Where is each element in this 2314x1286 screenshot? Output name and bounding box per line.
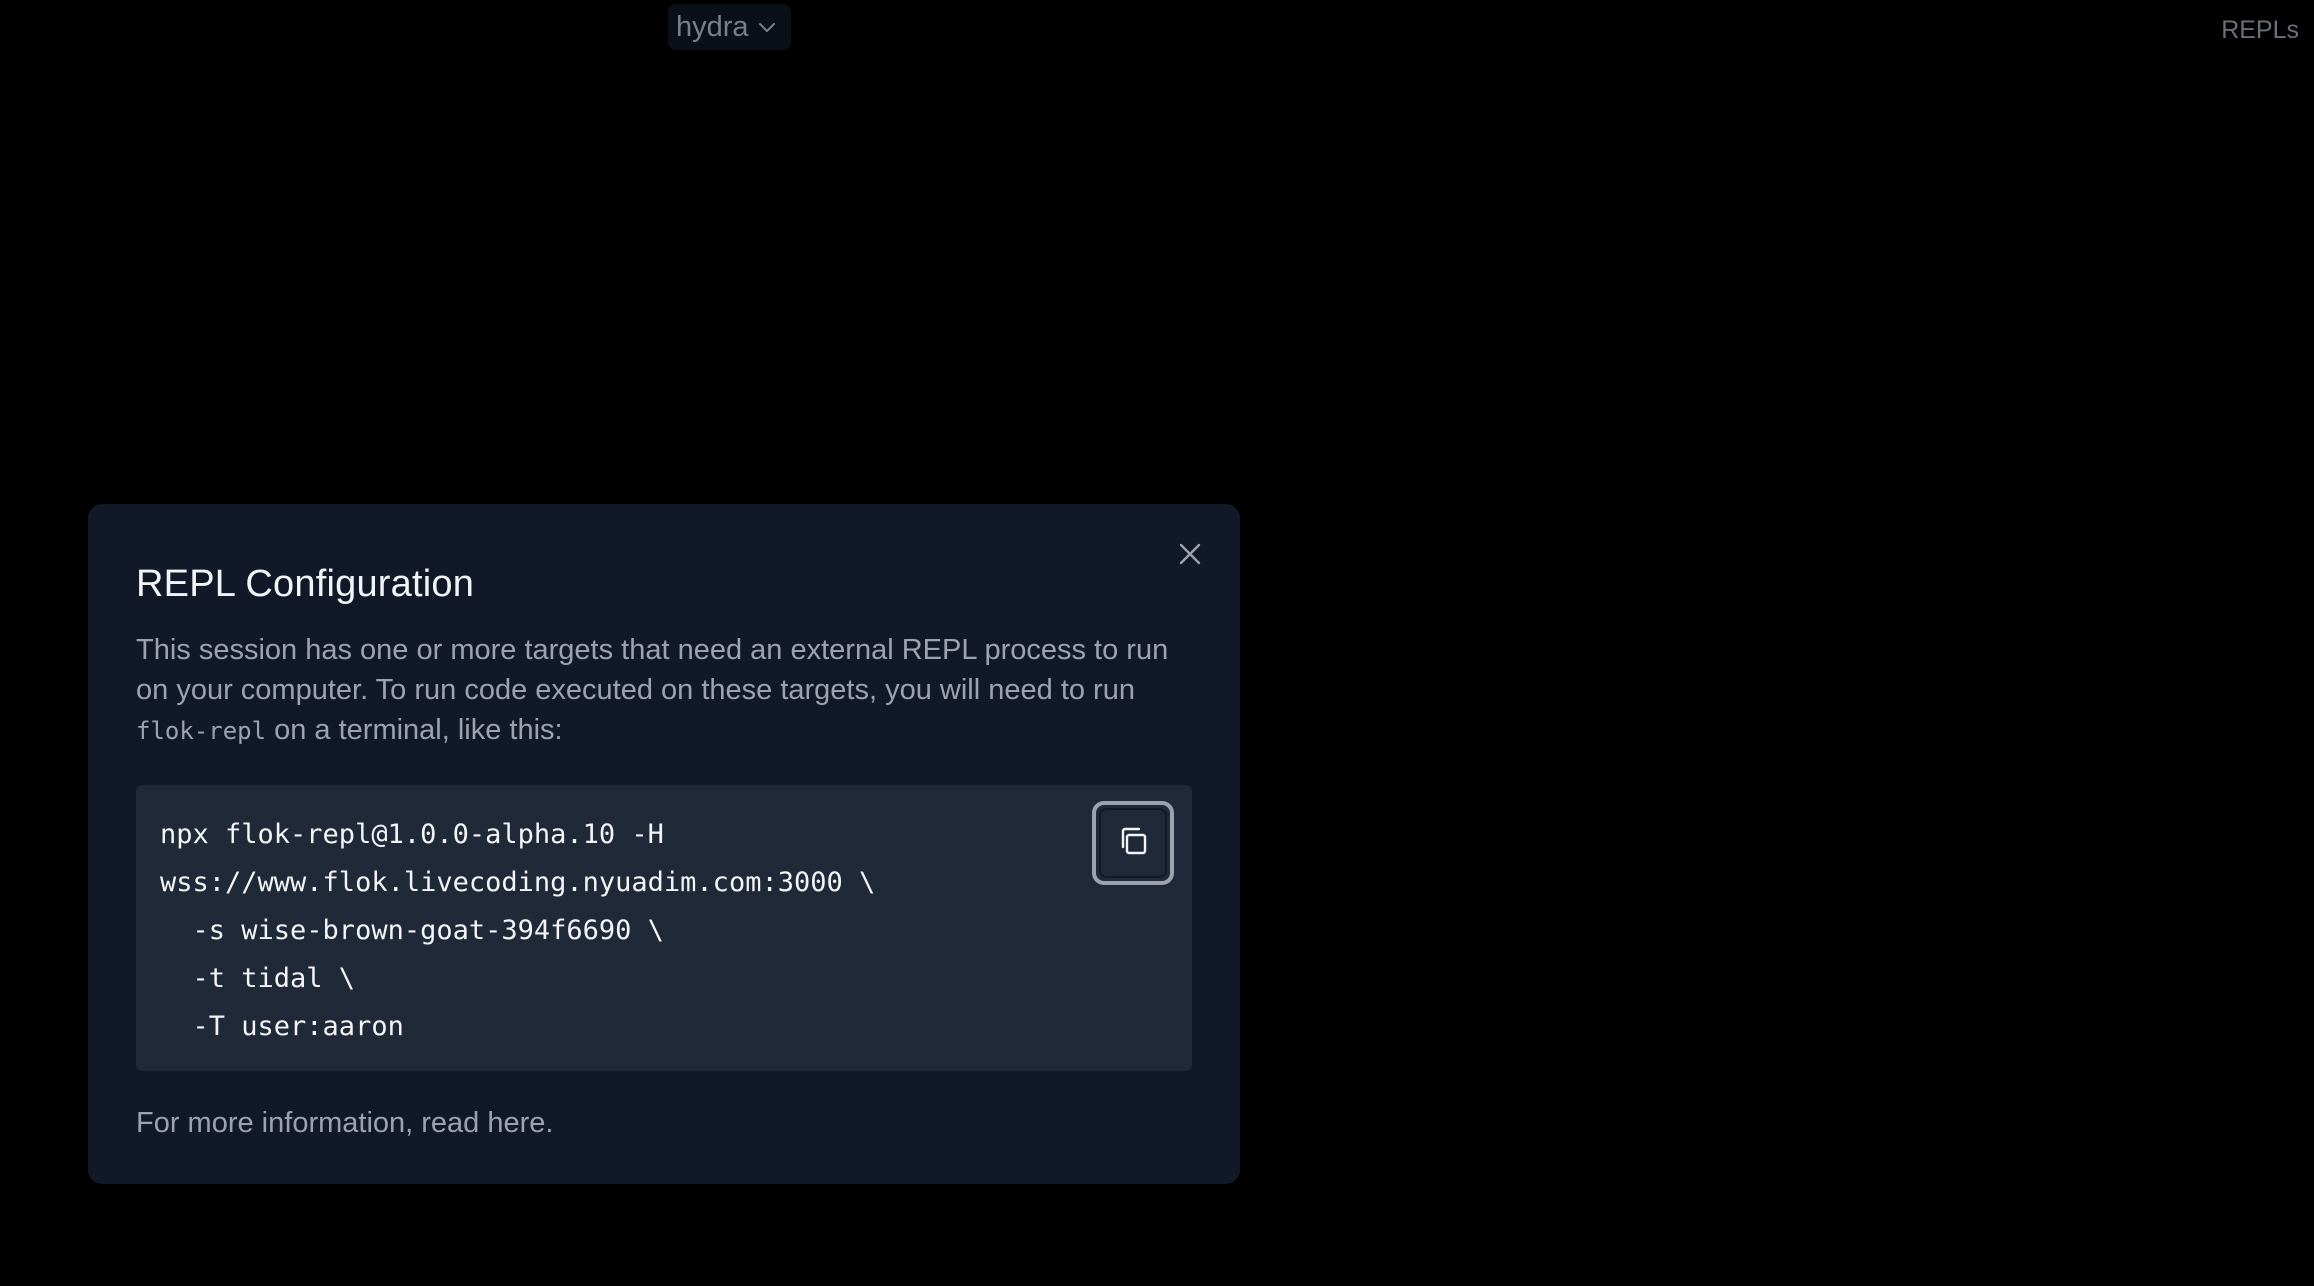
command-code-block: npx flok-repl@1.0.0-alpha.10 -H wss://ww… — [136, 785, 1192, 1071]
target-select-value: hydra — [676, 10, 749, 43]
more-info-link[interactable]: For more information, read here. — [136, 1103, 1192, 1143]
description-text-end: on a terminal, like this: — [266, 714, 563, 746]
code-line: -s wise-brown-goat-394f6690 \ — [160, 915, 664, 946]
dialog-title: REPL Configuration — [136, 563, 475, 605]
description-text: This session has one or more targets tha… — [136, 634, 1169, 706]
target-select[interactable]: hydra — [668, 4, 791, 50]
code-line: -T user:aaron — [160, 1011, 404, 1042]
chevron-down-icon — [757, 17, 777, 37]
code-line: -t tidal \ — [160, 963, 356, 994]
repl-config-dialog: REPL Configuration This session has one … — [88, 504, 1240, 1184]
dialog-description: This session has one or more targets tha… — [136, 630, 1196, 751]
command-code: npx flok-repl@1.0.0-alpha.10 -H wss://ww… — [160, 811, 1168, 1051]
code-line: npx flok-repl@1.0.0-alpha.10 -H — [160, 819, 664, 850]
copy-icon — [1116, 824, 1150, 863]
app-root: hydra REPLs REPL Configuration This sess… — [0, 0, 2314, 1286]
close-icon — [1178, 542, 1202, 571]
code-line: wss://www.flok.livecoding.nyuadim.com:30… — [160, 867, 876, 898]
description-code: flok-repl — [136, 717, 267, 745]
close-button[interactable] — [1170, 536, 1210, 576]
repls-link[interactable]: REPLs — [2221, 16, 2299, 45]
copy-button[interactable] — [1092, 801, 1174, 885]
